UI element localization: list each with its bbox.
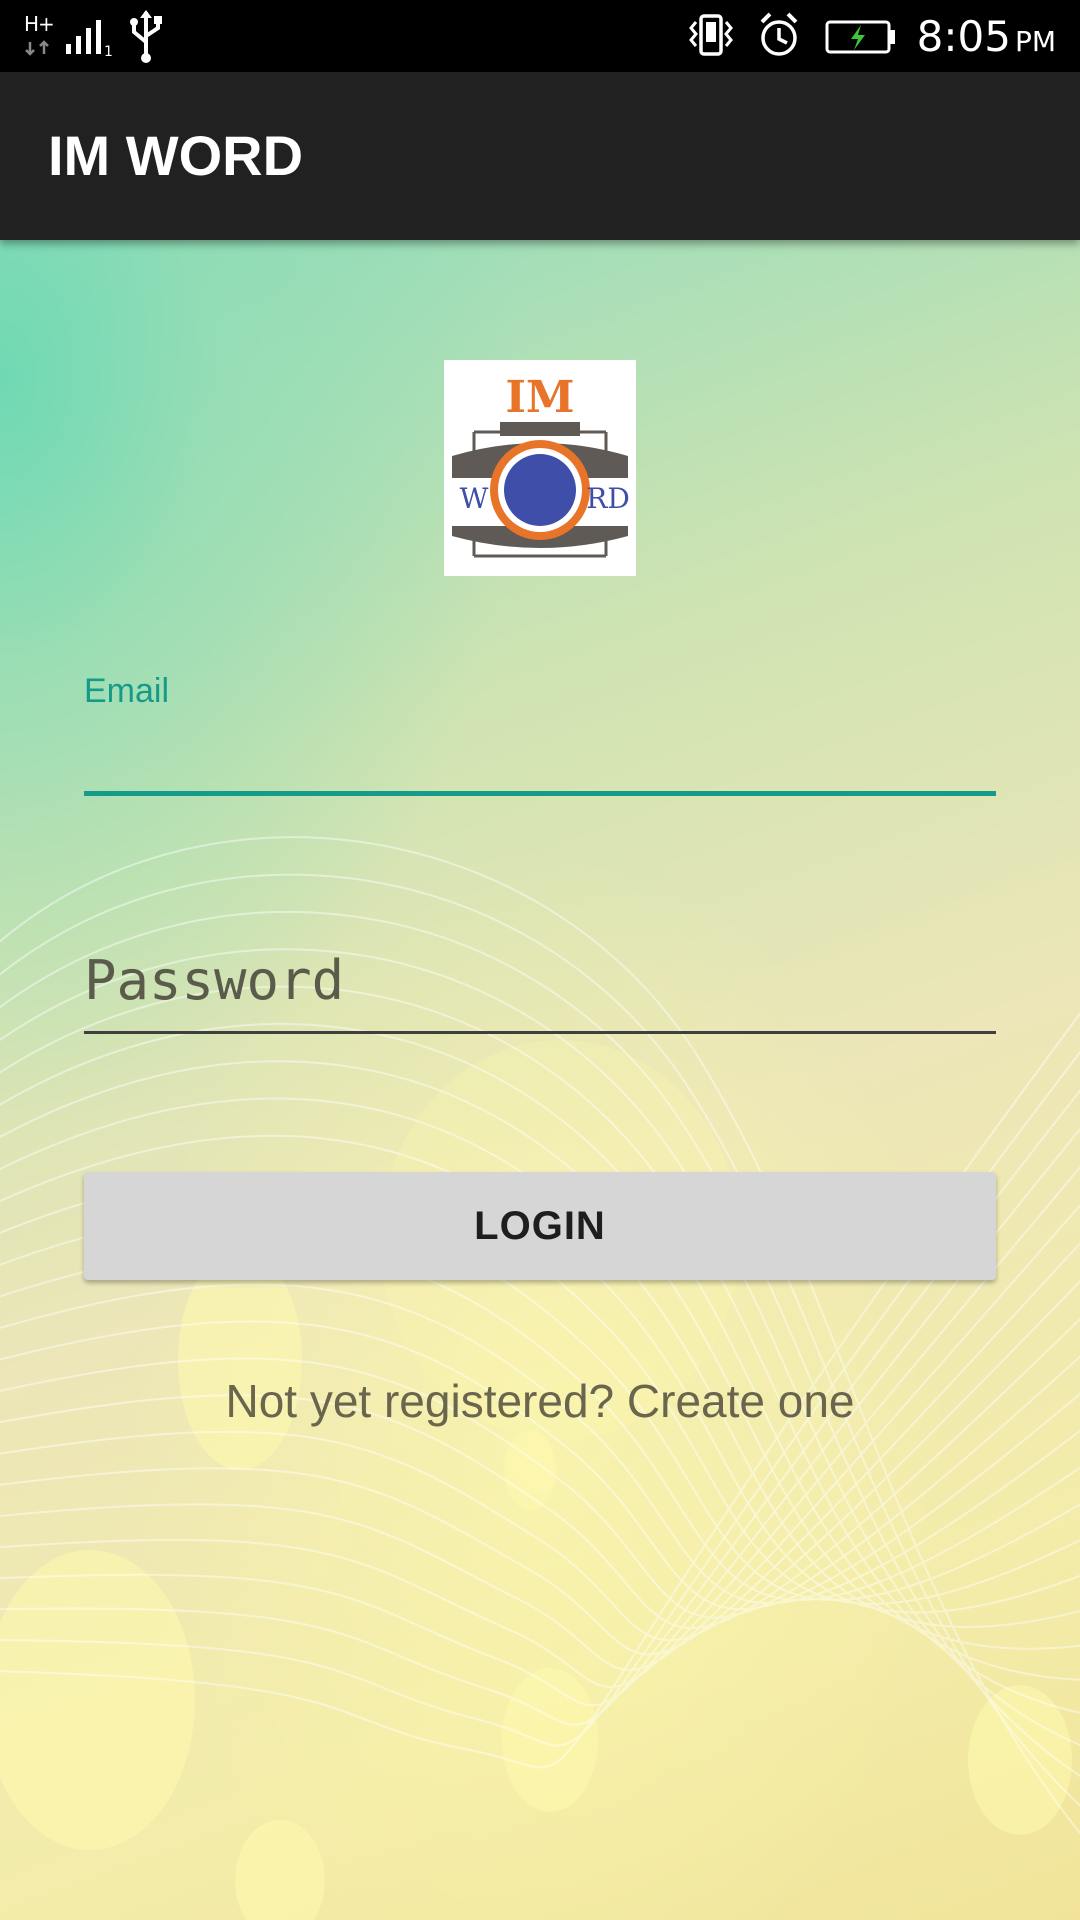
camera-logo-icon: IM W RD <box>452 372 630 558</box>
create-account-link[interactable]: Not yet registered? Create one <box>0 1378 1080 1424</box>
battery-charging-icon <box>825 0 897 72</box>
svg-text:1: 1 <box>104 44 113 60</box>
password-field[interactable] <box>84 940 996 1034</box>
email-label: Email <box>84 672 170 710</box>
status-bar-right: 8:05 PM <box>687 0 1056 72</box>
signal-icon: 1 <box>64 0 114 72</box>
app-logo: IM W RD <box>444 360 636 576</box>
clock: 8:05 PM <box>917 12 1056 61</box>
status-bar-left: H+ 1 <box>24 0 166 72</box>
vibrate-icon <box>687 0 735 72</box>
app-title: IM WORD <box>48 124 304 187</box>
login-content: IM W RD Email LOGIN Not yet registered? … <box>0 240 1080 1920</box>
login-button[interactable]: LOGIN <box>84 1172 996 1280</box>
usb-icon <box>126 0 166 72</box>
status-bar: H+ 1 8:05 PM <box>0 0 1080 72</box>
clock-ampm: PM <box>1014 24 1056 58</box>
app-bar: IM WORD <box>0 72 1080 240</box>
logo-right-letters: RD <box>586 482 630 515</box>
network-type-icon: H+ <box>24 0 58 72</box>
logo-top-text: IM <box>505 372 574 423</box>
email-field[interactable] <box>84 720 996 796</box>
clock-time: 8:05 <box>916 11 1011 61</box>
logo-left-letter: W <box>460 482 489 515</box>
alarm-icon <box>757 0 801 72</box>
login-screen: H+ 1 8:05 PM IM WORD IM W RD Email LOGIN… <box>0 0 1080 1920</box>
